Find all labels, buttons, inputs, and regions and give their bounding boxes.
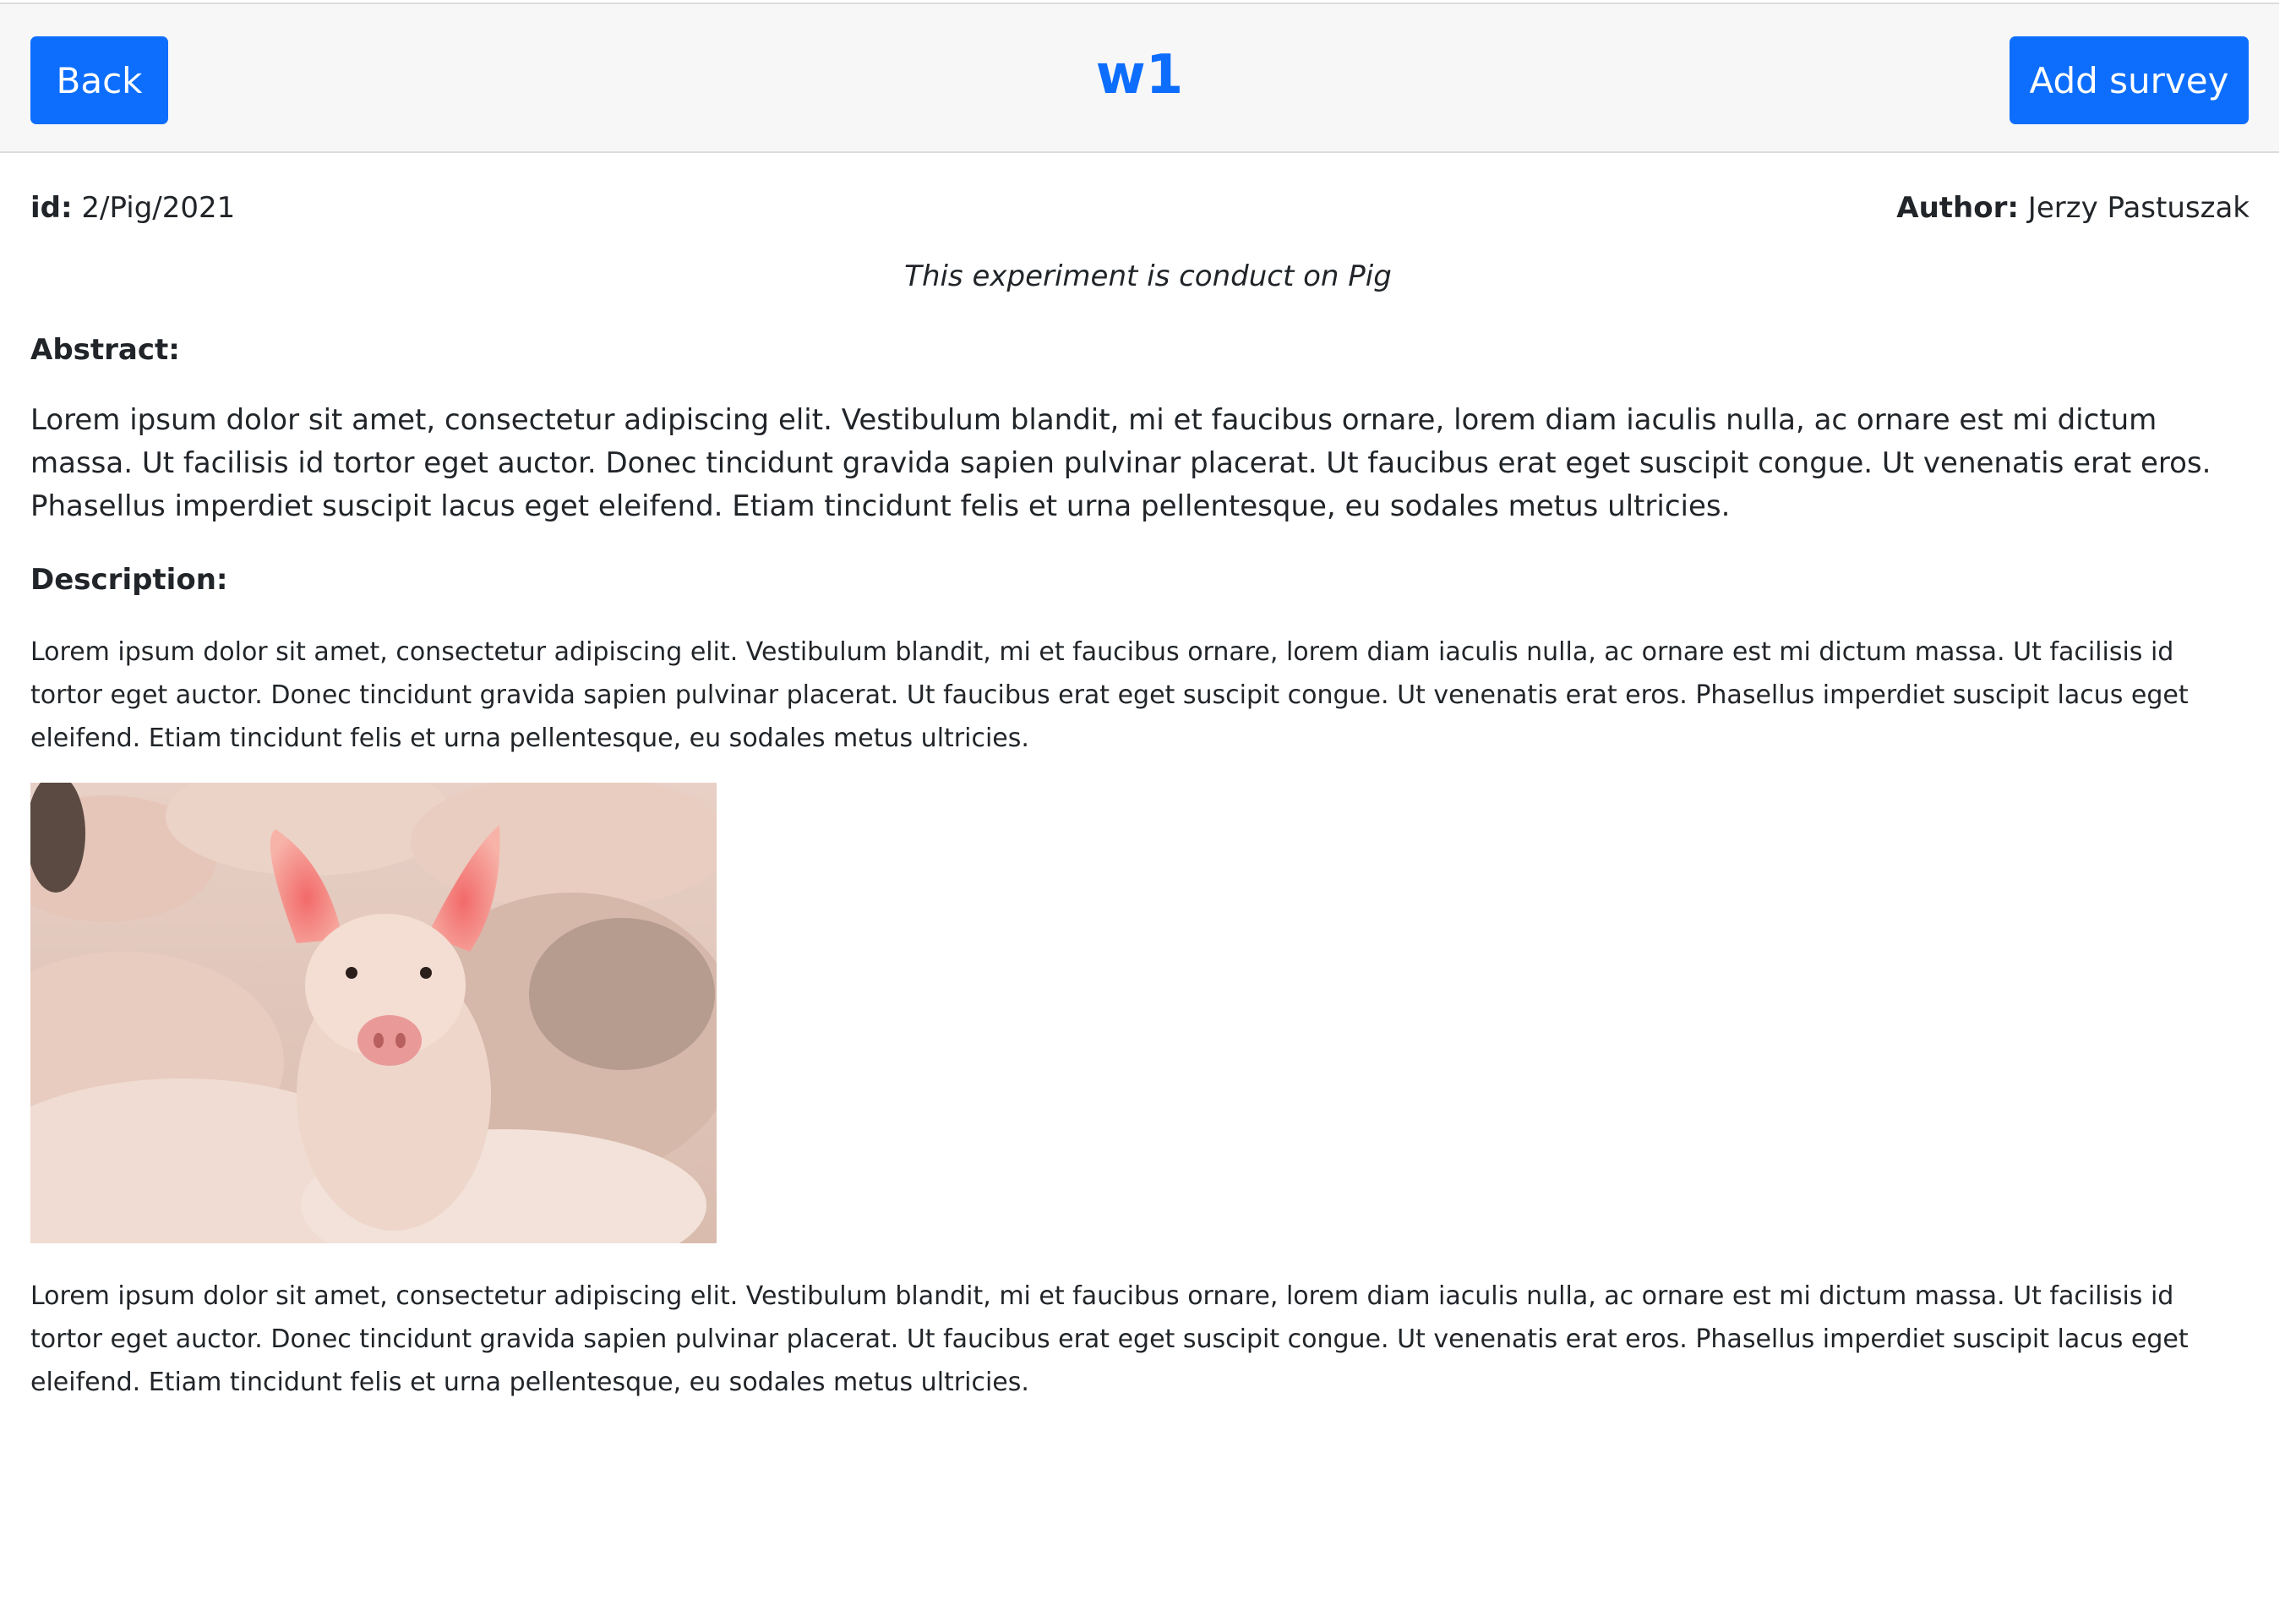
description-text-before-image: Lorem ipsum dolor sit amet, consectetur … bbox=[30, 637, 2189, 753]
pig-photo bbox=[30, 783, 717, 1243]
add-survey-button[interactable]: Add survey bbox=[2010, 36, 2249, 124]
experiment-id: id: 2/Pig/2021 bbox=[30, 188, 235, 228]
author-label: Author: bbox=[1896, 191, 2019, 225]
page-title: w1 bbox=[1095, 44, 1184, 106]
pig-photo-illustration bbox=[30, 783, 717, 1243]
id-value: 2/Pig/2021 bbox=[81, 191, 236, 225]
description-heading: Description: bbox=[30, 563, 228, 597]
experiment-author: Author: Jerzy Pastuszak bbox=[1896, 188, 2250, 228]
author-value: Jerzy Pastuszak bbox=[2027, 191, 2250, 225]
experiment-subtitle: This experiment is conduct on Pig bbox=[904, 259, 1392, 293]
experiment-meta: id: 2/Pig/2021 Author: Jerzy Pastuszak bbox=[30, 188, 2250, 228]
description-text-after-image: Lorem ipsum dolor sit amet, consectetur … bbox=[30, 1281, 2189, 1397]
abstract-heading: Abstract: bbox=[30, 333, 180, 367]
id-label: id: bbox=[30, 191, 73, 225]
abstract-text: Lorem ipsum dolor sit amet, consectetur … bbox=[30, 403, 2211, 523]
top-bar: Back w1 Add survey bbox=[0, 3, 2279, 153]
